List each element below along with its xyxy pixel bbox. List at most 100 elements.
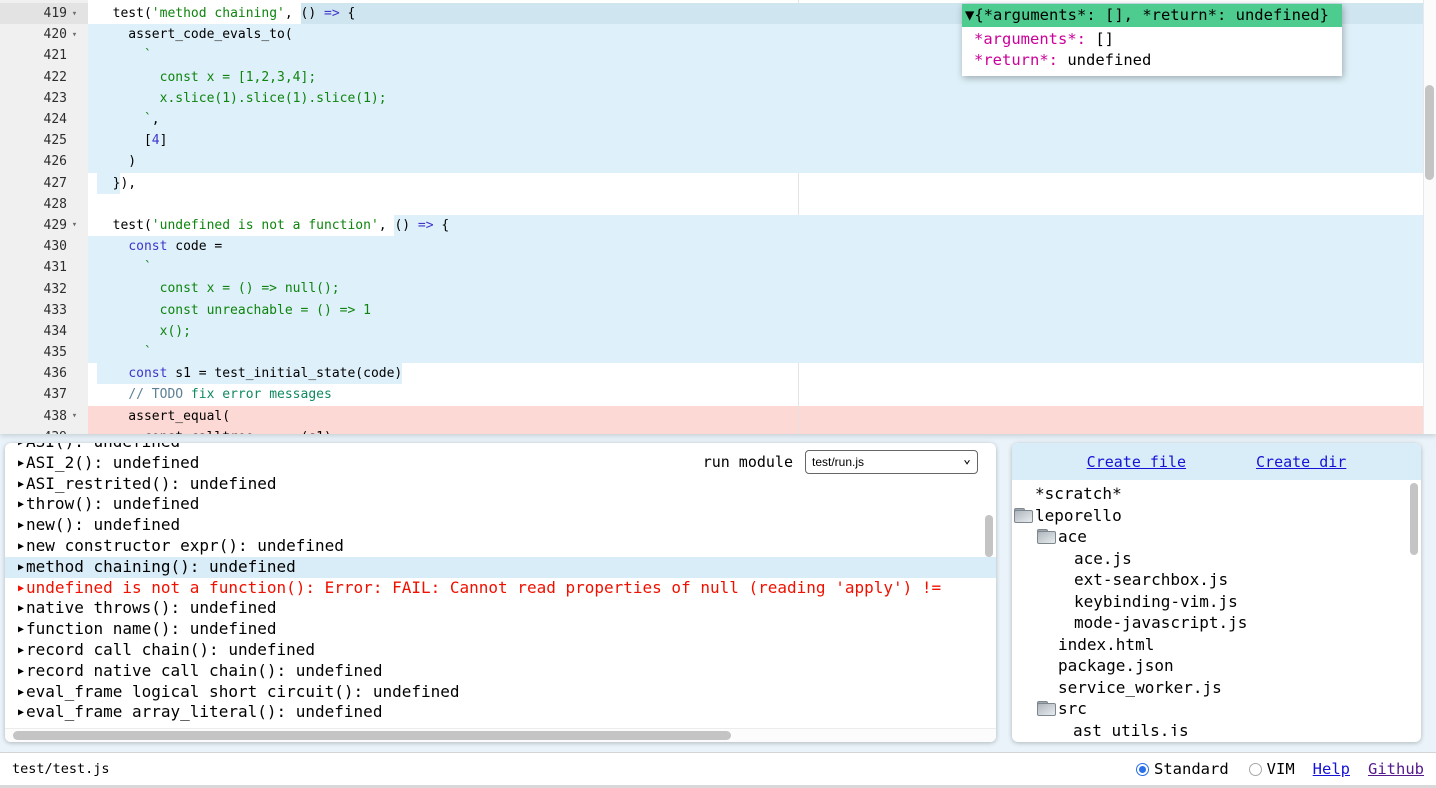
code-line[interactable]: [4] [88,130,1423,151]
fold-widget-icon[interactable]: ▾ [67,220,82,230]
gutter-line-number[interactable]: 434 [0,321,88,342]
gutter-line-number[interactable]: 435 [0,342,88,363]
gutter-line-number[interactable]: 425 [0,130,88,151]
status-link[interactable]: Github [1368,760,1424,778]
code-line[interactable]: const code = [88,236,1423,257]
gutter-line-number[interactable]: 429 ▾ [0,215,88,236]
test-result-row[interactable]: ▶new constructor expr(): undefined [5,536,996,557]
file-tree-item[interactable]: ace [1012,526,1408,548]
expand-arrow-icon[interactable]: ▶ [18,624,24,635]
radio-button-icon[interactable] [1249,763,1262,776]
code-editor[interactable]: 419 ▾ 420 ▾ 421 422 423 424 425 42 [0,0,1436,434]
expand-arrow-icon[interactable]: ▶ [18,645,24,656]
gutter-line-number[interactable]: 427 [0,173,88,194]
test-result-row[interactable]: ▶eval_frame array_literal(): undefined [5,702,996,723]
expand-arrow-icon[interactable]: ▶ [18,687,24,698]
keybinding-option[interactable]: VIM [1249,760,1295,778]
code-line[interactable]: x(); [88,321,1423,342]
expand-arrow-icon[interactable]: ▶ [18,541,24,552]
gutter-line-number[interactable]: 419 ▾ [0,3,88,24]
code-line[interactable]: }), [88,173,1423,194]
expand-arrow-icon[interactable]: ▶ [18,707,24,718]
expand-arrow-icon[interactable]: ▶ [18,666,24,677]
expand-arrow-icon[interactable]: ▶ [18,443,24,448]
test-result-row[interactable]: ▶native throws(): undefined [5,598,996,619]
test-result-row[interactable]: ▶undefined is not a function(): Error: F… [5,578,996,599]
code-line[interactable]: // TODO fix error messages [88,384,1423,405]
test-result-row[interactable]: ▶new(): undefined [5,515,996,536]
gutter-line-number[interactable]: 437 [0,384,88,405]
code-line[interactable]: const unreachable = () => 1 [88,300,1423,321]
gutter-line-number[interactable]: 432 [0,278,88,299]
gutter-line-number[interactable]: 426 [0,151,88,172]
gutter-line-number[interactable]: 423 [0,88,88,109]
gutter-line-number[interactable]: 431 [0,257,88,278]
value-inspector-tooltip[interactable]: ▼{*arguments*: [], *return*: undefined} … [962,4,1342,76]
code-line[interactable]: x.slice(1).slice(1).slice(1); [88,88,1423,109]
expand-arrow-icon[interactable]: ▶ [18,603,24,614]
gutter-line-number[interactable]: 422 [0,67,88,88]
code-line[interactable] [88,194,1423,215]
code-line[interactable]: `, [88,109,1423,130]
gutter-line-number[interactable]: 439 [0,427,88,434]
create-file-link[interactable]: Create file [1087,453,1186,471]
test-result-row[interactable]: ▶record native call chain(): undefined [5,661,996,682]
expand-arrow-icon[interactable]: ▶ [18,479,24,490]
file-tree-item[interactable]: src [1012,698,1408,720]
file-tree-item[interactable]: package.json [1012,655,1408,677]
create-dir-link[interactable]: Create dir [1256,453,1346,471]
fold-widget-icon[interactable]: ▾ [67,411,82,421]
file-tree-item[interactable]: ast_utils.js [1012,720,1408,737]
expand-arrow-icon[interactable]: ▶ [18,562,24,573]
test-result-row[interactable]: ▶record call chain(): undefined [5,640,996,661]
output-horizontal-scrollbar-thumb[interactable] [13,731,731,740]
gutter-line-number[interactable]: 433 [0,300,88,321]
fold-widget-icon[interactable]: ▾ [67,9,82,19]
gutter-line-number[interactable]: 430 [0,236,88,257]
code-line[interactable]: ) [88,151,1423,172]
keybinding-option[interactable]: Standard [1136,760,1229,778]
radio-button-icon[interactable] [1136,763,1149,776]
run-module-select[interactable]: test/run.js [806,451,977,473]
editor-scrollbar-thumb[interactable] [1425,85,1434,180]
gutter-line-number[interactable]: 436 [0,363,88,384]
output-horizontal-scrollbar[interactable] [5,728,996,742]
code-line[interactable]: test('undefined is not a function', () =… [88,215,1423,236]
expand-arrow-icon[interactable]: ▶ [18,499,24,510]
tooltip-property-row[interactable]: *arguments*: [] [962,29,1342,50]
collapse-arrow-icon[interactable]: ▼ [965,6,974,24]
expand-arrow-icon[interactable]: ▶ [18,520,24,531]
expand-arrow-icon[interactable]: ▶ [18,458,24,469]
gutter-line-number[interactable]: 420 ▾ [0,24,88,45]
files-vertical-scrollbar-thumb[interactable] [1410,483,1418,555]
gutter-line-number[interactable]: 421 [0,45,88,66]
test-result-row[interactable]: ▶eval_frame logical short circuit(): und… [5,682,996,703]
gutter-line-number[interactable]: 424 [0,109,88,130]
code-line[interactable]: assert_equal( [88,406,1423,427]
test-result-row[interactable]: ▶ASI_restrited(): undefined [5,474,996,495]
tooltip-property-row[interactable]: *return*: undefined [962,50,1342,71]
file-tree-item[interactable]: index.html [1012,634,1408,656]
expand-arrow-icon[interactable]: ▶ [18,583,24,594]
file-tree-item[interactable]: service_worker.js [1012,677,1408,699]
code-line[interactable]: ` [88,342,1423,363]
code-line[interactable]: const calltree = ...(s1) [88,427,1423,434]
file-tree-item[interactable]: ext-searchbox.js [1012,569,1408,591]
test-result-row[interactable]: ▶method chaining(): undefined [5,557,996,578]
code-line[interactable]: ` [88,257,1423,278]
file-tree-item[interactable]: ace.js [1012,548,1408,570]
tooltip-header[interactable]: ▼{*arguments*: [], *return*: undefined} [962,4,1342,27]
test-result-row[interactable]: ▶function name(): undefined [5,619,996,640]
file-tree-item[interactable]: leporello [1012,505,1408,527]
code-line[interactable]: const x = () => null(); [88,278,1423,299]
code-line[interactable]: const s1 = test_initial_state(code) [88,363,1423,384]
status-link[interactable]: Help [1313,760,1350,778]
test-result-row[interactable]: ▶throw(): undefined [5,494,996,515]
output-vertical-scrollbar-thumb[interactable] [985,515,993,557]
fold-widget-icon[interactable]: ▾ [67,30,82,40]
gutter-line-number[interactable]: 428 [0,194,88,215]
gutter-line-number[interactable]: 438 ▾ [0,406,88,427]
file-tree-item[interactable]: mode-javascript.js [1012,612,1408,634]
file-tree-item[interactable]: *scratch* [1012,483,1408,505]
file-tree-item[interactable]: keybinding-vim.js [1012,591,1408,613]
